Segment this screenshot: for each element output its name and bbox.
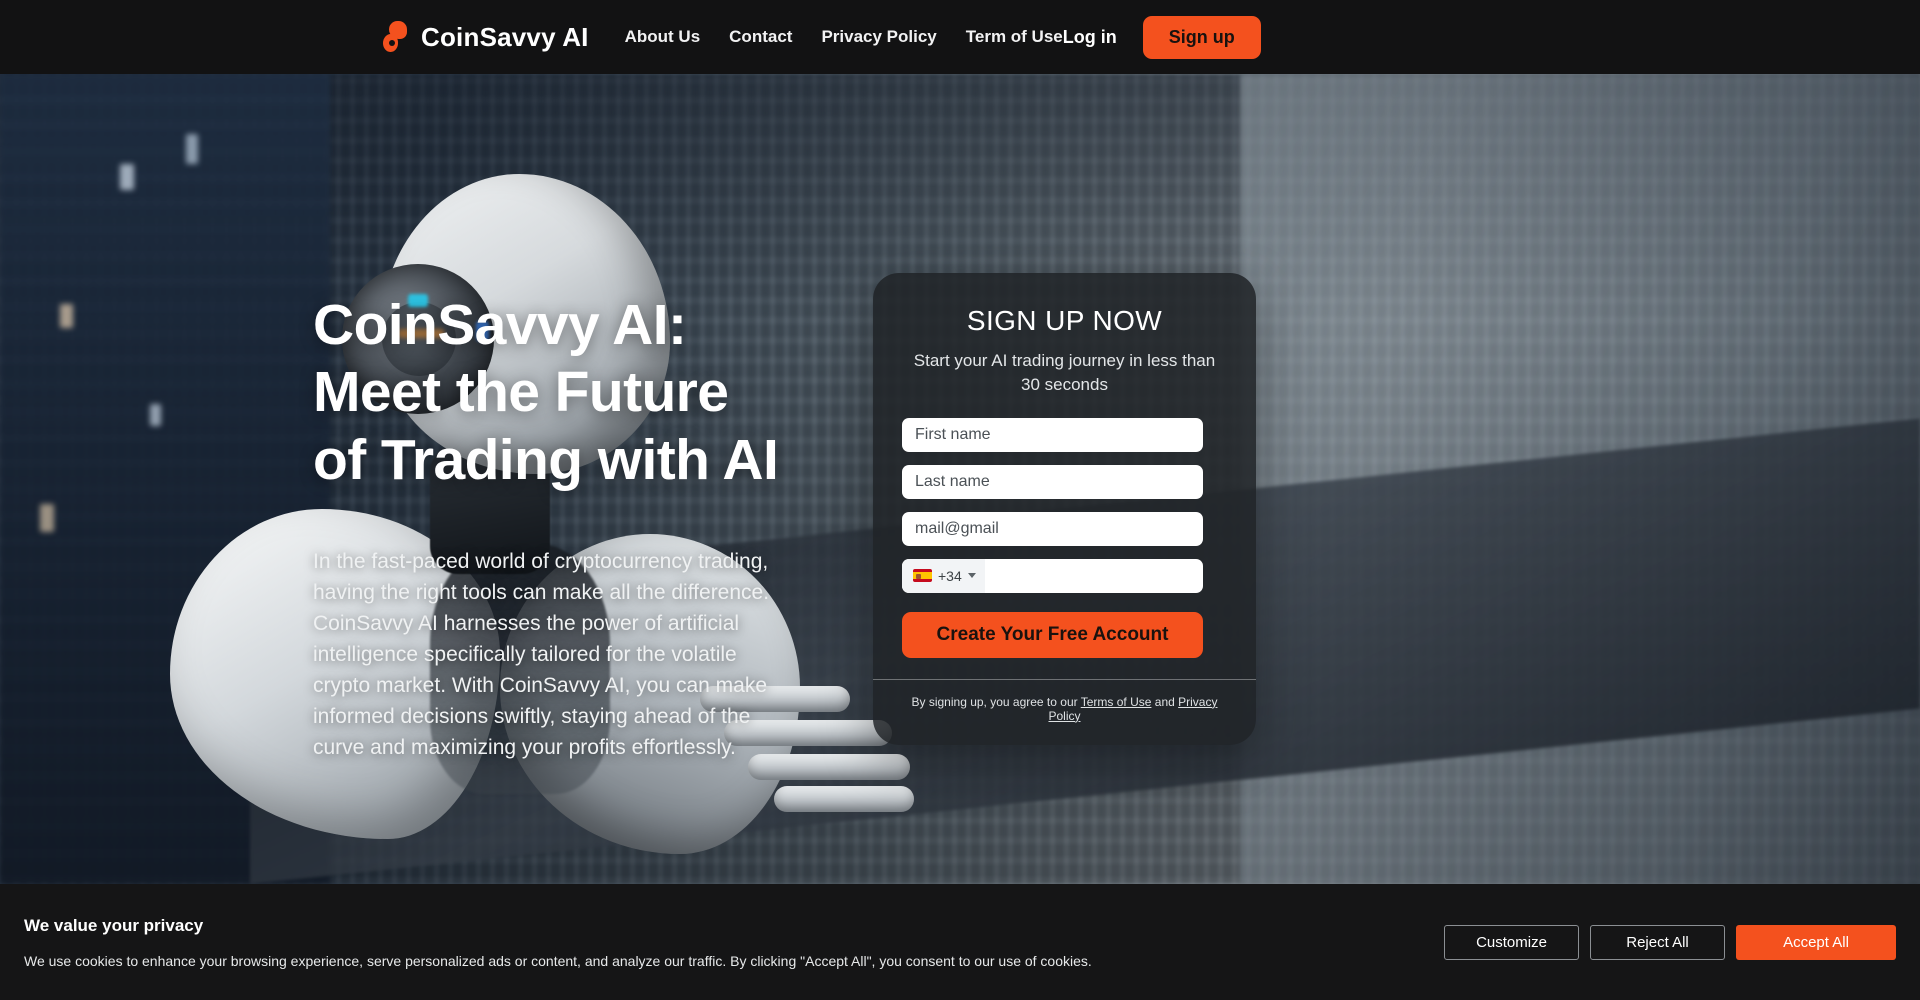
country-code-select[interactable]: +34 xyxy=(902,558,985,593)
accept-all-cookies-button[interactable]: Accept All xyxy=(1736,924,1896,960)
customize-cookies-button[interactable]: Customize xyxy=(1444,924,1579,960)
signup-card-subtitle: Start your AI trading journey in less th… xyxy=(913,351,1216,394)
signup-card-title: SIGN UP NOW xyxy=(966,305,1163,336)
reject-all-cookies-button[interactable]: Reject All xyxy=(1590,924,1725,960)
card-divider xyxy=(873,678,1256,680)
legal-text: By signing up, you agree to our Terms of… xyxy=(902,695,1227,723)
coin-blob-icon xyxy=(382,20,408,54)
legal-prefix: By signing up, you agree to our xyxy=(911,694,1078,709)
signup-card: SIGN UP NOW Start your AI trading journe… xyxy=(873,273,1256,745)
spain-flag-icon xyxy=(913,569,932,583)
landing-page: CoinSavvy AI About Us Contact Privacy Po… xyxy=(0,0,1920,1000)
terms-of-use-link[interactable]: Terms of Use xyxy=(1081,695,1152,709)
hero-section: CoinSavvy AI: Meet the Future of Trading… xyxy=(0,74,1920,884)
nav-item-contact[interactable]: Contact xyxy=(729,27,792,47)
nav-item-about-us[interactable]: About Us xyxy=(625,27,701,47)
hero-title-line-2: Meet the Future xyxy=(313,360,729,425)
page-title: CoinSavvy AI: Meet the Future of Trading… xyxy=(313,292,933,494)
cookie-banner-title: We value your privacy xyxy=(24,915,204,935)
site-header: CoinSavvy AI About Us Contact Privacy Po… xyxy=(0,0,1920,74)
hero-title-line-1: CoinSavvy AI: xyxy=(313,293,687,357)
nav-item-term-of-use[interactable]: Term of Use xyxy=(966,27,1063,47)
cookie-banner-actions: Customize Reject All Accept All xyxy=(1444,924,1896,960)
cookie-banner-body: We use cookies to enhance your browsing … xyxy=(24,952,1092,969)
main-nav: About Us Contact Privacy Policy Term of … xyxy=(625,27,1063,47)
signup-button[interactable]: Sign up xyxy=(1142,15,1261,59)
phone-field[interactable]: +34 xyxy=(902,558,1203,593)
legal-and: and xyxy=(1154,694,1175,709)
hero-paragraph: In the fast-paced world of cryptocurrenc… xyxy=(313,549,770,760)
cookie-consent-banner: We value your privacy We use cookies to … xyxy=(0,884,1920,1000)
first-name-placeholder: First name xyxy=(915,425,991,443)
create-account-button[interactable]: Create Your Free Account xyxy=(902,611,1203,658)
first-name-field[interactable]: First name xyxy=(902,417,1203,452)
email-field[interactable]: mail@gmail xyxy=(902,511,1203,546)
country-code-value: +34 xyxy=(938,567,962,584)
hero-text-block: CoinSavvy AI: Meet the Future of Trading… xyxy=(313,292,933,763)
brand-logo[interactable]: CoinSavvy AI xyxy=(382,20,589,54)
nav-item-privacy-policy[interactable]: Privacy Policy xyxy=(821,27,936,47)
header-actions: Log in Sign up xyxy=(1063,15,1261,59)
bg-light-3 xyxy=(60,304,73,328)
last-name-placeholder: Last name xyxy=(915,472,990,490)
login-link[interactable]: Log in xyxy=(1063,27,1117,48)
email-placeholder: mail@gmail xyxy=(915,519,999,537)
brand-name: CoinSavvy AI xyxy=(421,21,589,52)
hero-title-line-3: of Trading with AI xyxy=(313,427,779,492)
chevron-down-icon xyxy=(967,573,976,579)
bg-light-5 xyxy=(40,504,54,532)
last-name-field[interactable]: Last name xyxy=(902,464,1203,499)
cookie-text-block: We value your privacy We use cookies to … xyxy=(24,916,1092,969)
